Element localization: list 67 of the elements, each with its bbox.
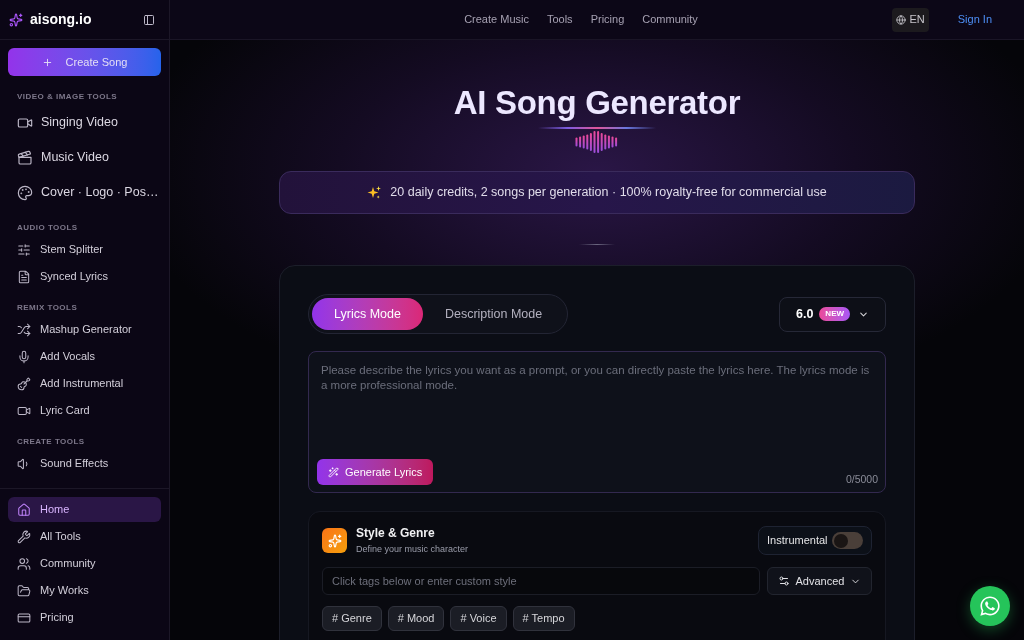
style-input[interactable]: Click tags below or enter custom style [322, 567, 760, 595]
banner-text: 20 daily credits, 2 songs per generation · 100% royalty-free for commercial use [390, 184, 827, 202]
sidebar-toggle-icon[interactable] [143, 13, 155, 26]
section-heading: VIDEO & IMAGE TOOLS [16, 91, 119, 103]
sidebar-link[interactable]: Synced Lyrics [8, 263, 161, 290]
sparkles-icon [367, 185, 382, 200]
brand-name: aisong.io [30, 10, 92, 29]
home-icon [17, 502, 31, 517]
sidebar-link[interactable]: Stem Splitter [8, 236, 161, 263]
page-title: AI Song Generator [453, 83, 741, 123]
section-title: Style & Genre [356, 526, 436, 541]
document-icon [17, 269, 31, 284]
nav-link[interactable]: Create Music [464, 11, 529, 28]
generate-lyrics-button[interactable]: Generate Lyrics [317, 459, 434, 485]
nav-link[interactable]: Pricing [590, 11, 625, 28]
section-heading: AUDIO TOOLS [16, 222, 79, 234]
nav-item[interactable]: Pricing [8, 605, 161, 630]
nav-item[interactable]: All Tools [8, 524, 161, 549]
tag-chip[interactable]: # Tempo [512, 606, 575, 631]
sliders-icon [17, 242, 31, 257]
nav-link[interactable]: Community [642, 11, 698, 28]
sign-in-link[interactable]: Sign In [957, 11, 992, 28]
advanced-button[interactable]: Advanced [767, 567, 872, 595]
sidebar-link[interactable]: Cover · Logo · Pos… [8, 175, 161, 210]
microphone-icon [17, 349, 31, 364]
sidebar-link[interactable]: Mashup Generator [8, 316, 161, 343]
tag-chip[interactable]: # Mood [387, 606, 445, 631]
section-heading: REMIX TOOLS [16, 302, 79, 314]
palette-icon [17, 184, 33, 201]
nav-item[interactable]: My Works [8, 578, 161, 603]
waveform-icon [575, 131, 619, 153]
create-song-button[interactable]: Create Song [8, 48, 161, 76]
sidebar-link[interactable]: Singing Video [8, 105, 161, 140]
clapperboard-icon [17, 149, 33, 166]
instrumental-switch[interactable] [832, 532, 863, 549]
section-heading: CREATE TOOLS [16, 436, 86, 448]
character-counter: 0/5000 [845, 472, 878, 488]
folder-icon [17, 583, 31, 598]
instrumental-label: Instrumental [767, 533, 828, 549]
settings-icon [777, 575, 790, 587]
mode-tab[interactable]: Lyrics Mode [312, 298, 423, 330]
language-button[interactable]: EN [892, 7, 929, 32]
tag-chip[interactable]: # Voice [450, 606, 507, 631]
shuffle-icon [17, 322, 31, 337]
tag-chip[interactable]: # Genre [322, 606, 382, 631]
nav-item[interactable]: Community [8, 551, 161, 576]
phone-chat-bubble-icon [979, 595, 1001, 617]
nav-link[interactable]: Tools [546, 11, 573, 28]
nav-item[interactable]: Home [8, 497, 161, 522]
sparkles-icon [322, 528, 347, 553]
magic-wand-icon [328, 466, 339, 478]
sparkles-logo-icon [9, 12, 23, 27]
wrench-icon [17, 529, 31, 544]
globe-icon [896, 14, 907, 25]
sidebar-link[interactable]: Add Vocals [8, 343, 161, 370]
plus-icon [41, 56, 53, 68]
mode-tab[interactable]: Description Mode [422, 298, 565, 330]
people-icon [17, 556, 31, 571]
sidebar-link[interactable]: Lyric Card [8, 397, 161, 424]
credit-card-icon [17, 610, 31, 625]
model-select[interactable]: 6.0 NEW [779, 296, 886, 332]
section-subtitle: Define your music character [356, 543, 469, 555]
guitar-icon [17, 376, 31, 391]
new-badge: NEW [819, 307, 851, 321]
sidebar-link[interactable]: Add Instrumental [8, 370, 161, 397]
sidebar-link[interactable]: Music Video [8, 140, 161, 175]
sidebar-link[interactable]: Sound Effects [8, 450, 161, 477]
